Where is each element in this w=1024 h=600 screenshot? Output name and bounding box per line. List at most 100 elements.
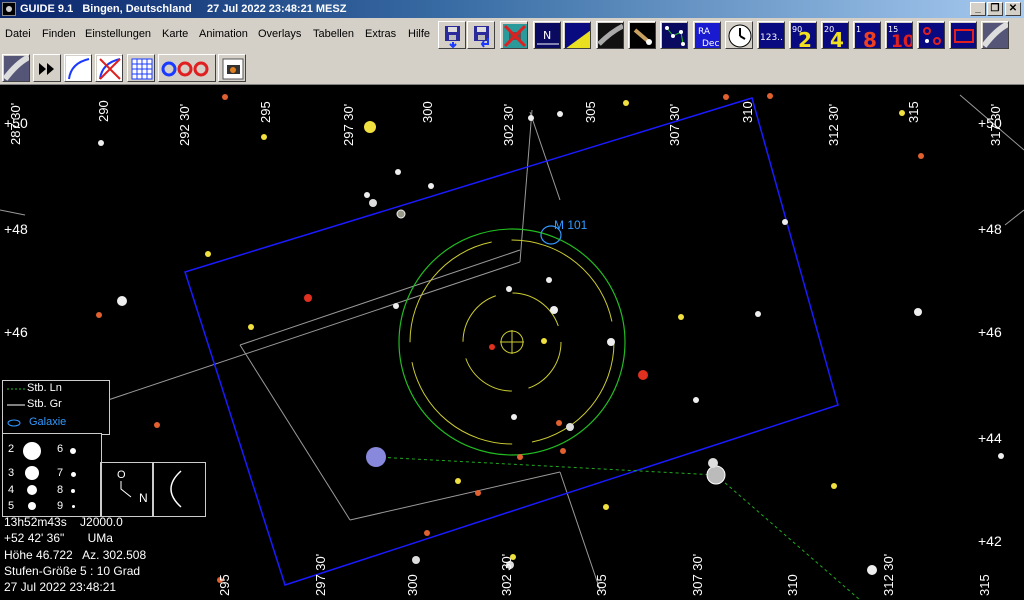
svg-text:10: 10 <box>891 32 913 49</box>
menu-extras[interactable]: Extras <box>365 28 396 40</box>
circles-icon[interactable] <box>917 21 945 49</box>
svg-text:297 30': 297 30' <box>341 104 356 146</box>
svg-text:300: 300 <box>405 574 420 596</box>
galaxy-m101-label[interactable]: M 101 <box>554 218 588 232</box>
svg-text:315: 315 <box>906 101 921 123</box>
mag-5-dot <box>28 502 36 510</box>
svg-text:307 30': 307 30' <box>690 554 705 596</box>
clock-icon[interactable] <box>725 21 753 49</box>
svg-text:+48: +48 <box>4 221 28 237</box>
svg-text:123..: 123.. <box>760 33 783 43</box>
svg-text:310: 310 <box>785 574 800 596</box>
toolbar-secondary <box>0 52 1024 85</box>
curve-tool-icon[interactable] <box>64 54 92 82</box>
scale-level: Stufen-Größe 5 : 10 Grad <box>4 564 141 578</box>
svg-text:+44: +44 <box>978 430 1002 446</box>
svg-text:312 30': 312 30' <box>881 554 896 596</box>
fast-forward-icon[interactable] <box>33 54 61 82</box>
svg-text:290: 290 <box>96 100 111 122</box>
legend-galaxy: Galaxie <box>29 416 67 428</box>
svg-text:312 30': 312 30' <box>826 104 841 146</box>
mag-6-dot <box>70 448 76 454</box>
magnitude-key: 2 6 3 7 4 8 5 9 <box>2 433 102 517</box>
svg-text:295: 295 <box>217 574 232 596</box>
mag-9-dot <box>72 505 75 508</box>
menu-finden[interactable]: Finden <box>42 28 76 40</box>
svg-text:302 30': 302 30' <box>501 104 516 146</box>
sky-image-icon[interactable] <box>2 54 30 82</box>
minimize-button[interactable]: _ <box>970 2 986 16</box>
mag-2-dot <box>23 442 41 460</box>
menu-tabellen[interactable]: Tabellen <box>313 28 354 40</box>
svg-text:315: 315 <box>977 574 992 596</box>
menu-karte[interactable]: Karte <box>162 28 188 40</box>
window-title: GUIDE 9.1 Bingen, Deutschland 27 Jul 202… <box>20 3 347 15</box>
svg-text:RA: RA <box>698 27 711 37</box>
close-button[interactable]: ✕ <box>1005 2 1021 16</box>
svg-text:305: 305 <box>594 574 609 596</box>
cursor-ra: 13h52m43s J2000.0 <box>4 515 123 529</box>
horizon-icon[interactable] <box>563 21 591 49</box>
legend-constellation-borders: Stb. Gr <box>27 398 62 410</box>
svg-text:297 30': 297 30' <box>313 554 328 596</box>
svg-text:295: 295 <box>258 101 273 123</box>
menu-bar: Datei Finden Einstellungen Karte Animati… <box>0 18 1024 52</box>
refresh-icon[interactable] <box>158 54 216 82</box>
app-icon[interactable] <box>2 2 16 16</box>
svg-text:+48: +48 <box>978 221 1002 237</box>
mag-limit-20-icon[interactable]: 20 4 <box>821 21 849 49</box>
north-label: N <box>139 491 148 505</box>
milky-way-icon[interactable] <box>596 21 624 49</box>
svg-text:4: 4 <box>830 28 844 49</box>
svg-text:+50: +50 <box>978 115 1002 131</box>
load-disk-icon[interactable] <box>467 21 495 49</box>
menu-datei[interactable]: Datei <box>5 28 31 40</box>
svg-text:+42: +42 <box>978 533 1002 549</box>
restore-button[interactable]: ❐ <box>987 2 1003 16</box>
mag-limit-90-icon[interactable]: 90 2 <box>789 21 817 49</box>
comet-icon[interactable] <box>628 21 656 49</box>
ra-dec-grid-icon[interactable]: RA Dec <box>693 21 721 49</box>
orientation-indicator: O N <box>100 462 154 517</box>
image-overlay-icon[interactable] <box>981 21 1009 49</box>
svg-text:292 30': 292 30' <box>177 104 192 146</box>
menu-overlays[interactable]: Overlays <box>258 28 301 40</box>
north-compass-icon[interactable]: N <box>533 21 561 49</box>
save-disk-icon[interactable] <box>438 21 466 49</box>
cursor-dec: +52 42' 36" UMa <box>4 531 113 545</box>
svg-text:1: 1 <box>856 25 861 34</box>
map-legend: Stb. Ln Stb. Gr Galaxie <box>2 380 110 435</box>
no-curve-icon[interactable] <box>95 54 123 82</box>
mag-limit-15-icon[interactable]: 15 10 <box>885 21 913 49</box>
svg-text:+50: +50 <box>4 115 28 131</box>
menu-animation[interactable]: Animation <box>199 28 248 40</box>
svg-text:8: 8 <box>863 28 877 49</box>
svg-text:302 30': 302 30' <box>499 554 514 596</box>
svg-text:307 30': 307 30' <box>667 104 682 146</box>
constellation-icon[interactable] <box>660 21 688 49</box>
east-label: O <box>117 469 126 481</box>
mag-limit-1-icon[interactable]: 18 <box>853 21 881 49</box>
title-bar: GUIDE 9.1 Bingen, Deutschland 27 Jul 202… <box>0 0 1024 18</box>
ccd-frame-icon[interactable] <box>949 21 977 49</box>
camera-icon[interactable] <box>218 54 246 82</box>
no-telescope-icon[interactable] <box>500 21 528 49</box>
cursor-alt-az: Höhe 46.722 Az. 302.508 <box>4 548 147 562</box>
mag-8-dot <box>71 489 75 493</box>
mag-3-dot <box>25 466 39 480</box>
star-chart[interactable]: M 101 287 30' 290 292 30' 295 297 30' 30… <box>0 85 1024 600</box>
menu-einstellungen[interactable]: Einstellungen <box>85 28 151 40</box>
table-grid-icon[interactable] <box>127 54 155 82</box>
svg-text:+46: +46 <box>978 324 1002 340</box>
svg-text:Dec: Dec <box>702 39 719 49</box>
numbered-stars-icon[interactable]: 123.. <box>757 21 785 49</box>
svg-text:2: 2 <box>798 28 812 49</box>
svg-text:305: 305 <box>583 101 598 123</box>
horizon-indicator <box>152 462 206 517</box>
mag-7-dot <box>71 472 76 477</box>
legend-constellation-lines: Stb. Ln <box>27 382 62 394</box>
mag-4-dot <box>27 485 37 495</box>
svg-text:300: 300 <box>420 101 435 123</box>
menu-hilfe[interactable]: Hilfe <box>408 28 430 40</box>
chart-datetime: 27 Jul 2022 23:48:21 <box>4 580 117 594</box>
